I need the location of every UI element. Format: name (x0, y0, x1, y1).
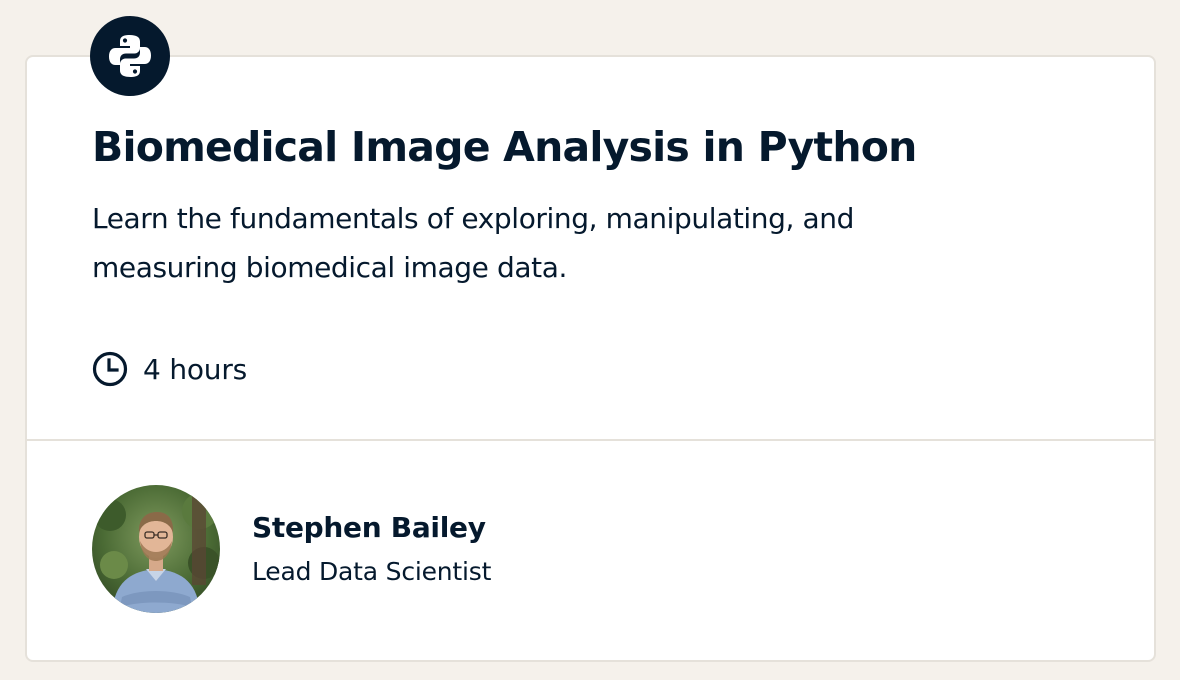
instructor-role: Lead Data Scientist (252, 557, 492, 586)
instructor-photo (92, 485, 220, 613)
python-logo-icon (109, 35, 151, 77)
instructor-name[interactable]: Stephen Bailey (252, 511, 486, 544)
card-divider (27, 439, 1154, 441)
course-card[interactable]: Biomedical Image Analysis in Python Lear… (25, 55, 1156, 662)
duration-label: 4 hours (143, 352, 248, 386)
instructor-avatar (92, 485, 220, 613)
clock-icon (92, 351, 128, 387)
course-description: Learn the fundamentals of exploring, man… (92, 202, 855, 284)
course-duration: 4 hours (92, 351, 247, 387)
course-title[interactable]: Biomedical Image Analysis in Python (92, 119, 917, 175)
python-technology-badge (90, 16, 170, 96)
